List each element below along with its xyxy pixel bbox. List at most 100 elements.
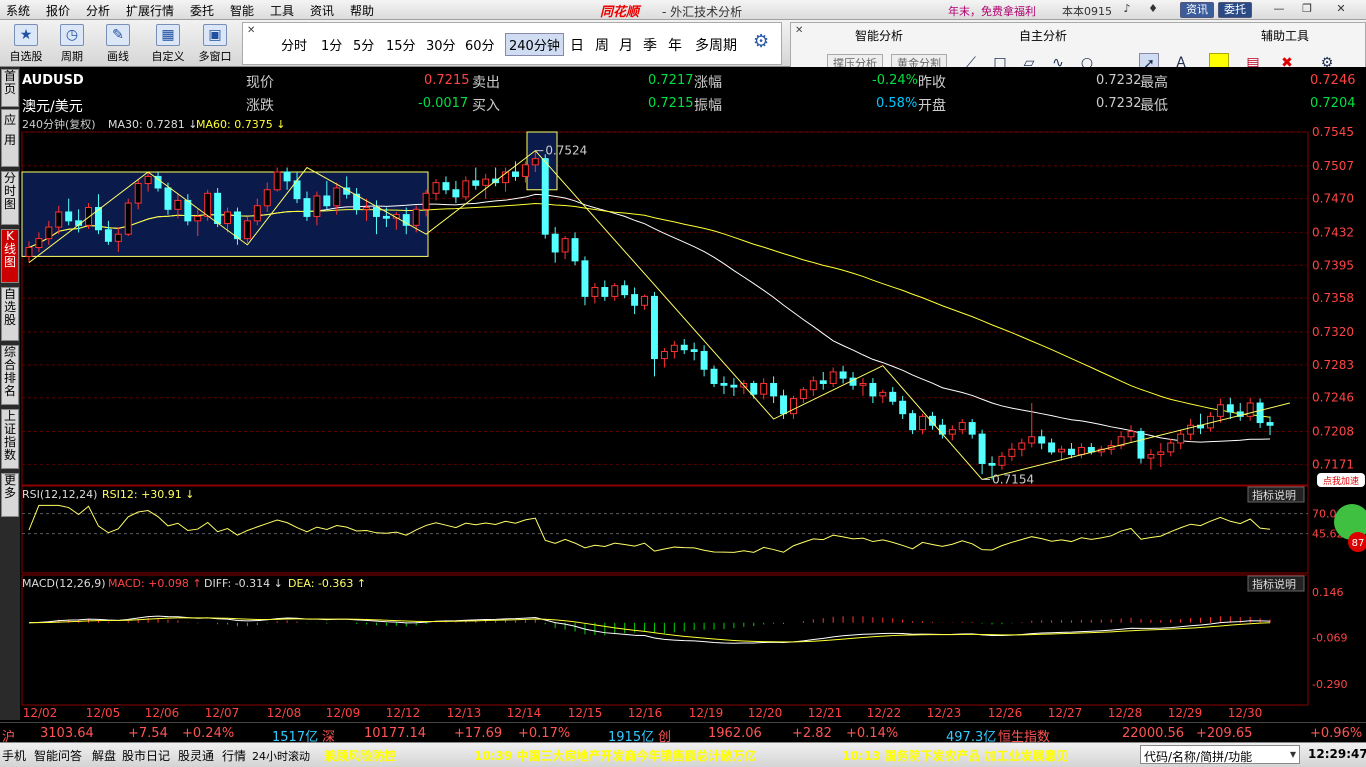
search-icon: ▾	[1289, 747, 1296, 761]
trade-button[interactable]: 委托	[1218, 2, 1252, 18]
period-240m[interactable]: 240分钟	[505, 33, 564, 56]
candle-body	[571, 238, 579, 262]
status-genie[interactable]: 股灵通	[178, 747, 214, 764]
custom-button[interactable]: ▦ 自定义	[148, 24, 188, 64]
price-axis-label: 0.7283	[1312, 358, 1354, 372]
period-season[interactable]: 季	[643, 35, 657, 55]
period-button[interactable]: ◷ 周期	[52, 24, 92, 64]
aux-tools-title: 辅助工具	[1261, 29, 1310, 43]
period-week[interactable]: 周	[595, 35, 609, 55]
menu-analysis[interactable]: 分析	[86, 2, 110, 19]
tab-apps[interactable]: 应用	[1, 109, 19, 167]
date-axis-label: 12/09	[326, 706, 361, 720]
period-multi[interactable]: 多周期	[695, 35, 737, 55]
candle	[1008, 443, 1016, 461]
tab-home[interactable]: 首页	[1, 69, 19, 107]
tab-sh-index[interactable]: 上证指数	[1, 409, 19, 469]
menu-quote[interactable]: 报价	[46, 2, 70, 19]
candle	[442, 176, 450, 195]
candle	[124, 198, 132, 236]
news-item-2[interactable]: 10:39 中国三大房地产开发商今年销售额总计破万亿	[474, 747, 756, 764]
candle-body	[184, 199, 192, 222]
close-panel-icon[interactable]: ✕	[795, 25, 803, 36]
watchlist-button[interactable]: ★ 自选股	[6, 24, 46, 64]
quote-label-amplitude: 振幅	[694, 98, 722, 114]
app-logo: 同花顺	[600, 5, 640, 20]
date-axis-label: 12/05	[86, 706, 121, 720]
date-axis-label: 12/26	[988, 706, 1023, 720]
close-panel-icon[interactable]: ✕	[247, 25, 255, 36]
period-5m[interactable]: 5分	[353, 35, 374, 54]
minimize-icon[interactable]: —	[1268, 2, 1290, 17]
candle	[631, 287, 639, 315]
tab-watchlist[interactable]: 自选股	[1, 287, 19, 341]
menu-system[interactable]: 系统	[6, 2, 30, 19]
menu-help[interactable]: 帮助	[350, 2, 374, 19]
status-analysis[interactable]: 解盘	[92, 747, 116, 764]
info-button[interactable]: 资讯	[1180, 2, 1214, 18]
candle-body	[462, 180, 470, 198]
menu-trade[interactable]: 委托	[190, 2, 214, 19]
status-diary[interactable]: 股市日记	[122, 747, 170, 764]
promo-link[interactable]: 年末，免费拿福利	[948, 3, 1036, 19]
period-60m[interactable]: 60分	[465, 35, 495, 54]
draw-line-button[interactable]: ✎ 画线	[98, 24, 138, 64]
candle-body	[1216, 404, 1224, 417]
period-30m[interactable]: 30分	[426, 35, 456, 54]
menu-smart[interactable]: 智能	[230, 2, 254, 19]
candle	[889, 387, 897, 405]
quote-value-amplitude: 0.58%	[876, 96, 918, 111]
multi-window-button[interactable]: ▣ 多窗口	[195, 24, 235, 64]
menu-bar: 系统 报价 分析 扩展行情 委托 智能 工具 资讯 帮助 同花顺 - 外汇技术分…	[0, 0, 1366, 20]
restore-icon[interactable]: ❐	[1296, 2, 1318, 17]
search-input[interactable]: 代码/名称/简拼/功能 ▾	[1140, 745, 1300, 764]
macd-value: MACD: +0.098 ↑	[108, 577, 202, 590]
quote-value-price: 0.7215	[424, 73, 470, 88]
candle	[1216, 398, 1224, 423]
news-item-1[interactable]: 兼顾风险防控	[324, 747, 396, 764]
date-axis-label: 12/29	[1168, 706, 1203, 720]
period-year[interactable]: 年	[668, 35, 682, 55]
rsi-label: RSI(12,12,24)	[22, 488, 97, 501]
index-ticker: 沪 3103.64 +7.54 +0.24% 1517亿 深 10177.14 …	[0, 722, 1366, 745]
price-axis-label: 0.7545	[1312, 125, 1354, 139]
date-axis-label: 12/07	[205, 706, 240, 720]
tab-timeshare[interactable]: 分时图	[1, 171, 19, 225]
candle-body	[363, 207, 371, 210]
menu-ext-quote[interactable]: 扩展行情	[126, 2, 174, 19]
status-quote[interactable]: 行情	[222, 747, 246, 764]
gear-icon[interactable]: ⚙	[753, 31, 769, 52]
quote-label-bid: 买入	[472, 98, 500, 114]
macd-label: MACD(12,26,9)	[22, 577, 106, 590]
bell-icon[interactable]: ♪	[1116, 2, 1138, 17]
status-qa[interactable]: 智能问答	[34, 747, 82, 764]
kline-chart[interactable]: 0.7545 0.7507 0.7470 0.7432 0.7395 0.7358 0.73…	[20, 117, 1366, 722]
tab-ranking[interactable]: 综合排名	[1, 345, 19, 405]
cy-pct: +0.14%	[846, 726, 899, 741]
candle	[1048, 438, 1056, 455]
news-item-3[interactable]: 10:13 国务院下发农产品 加工业发展意见	[842, 747, 1069, 764]
period-month[interactable]: 月	[619, 35, 633, 55]
period-1m[interactable]: 1分	[321, 35, 342, 54]
period-day[interactable]: 日	[570, 35, 584, 55]
candle-body	[770, 382, 778, 397]
quote-label-ask: 卖出	[472, 75, 500, 91]
candle-body	[273, 171, 281, 191]
period-15m[interactable]: 15分	[386, 35, 416, 54]
close-icon[interactable]: ✕	[1330, 2, 1352, 17]
shirt-icon[interactable]: ♦	[1142, 2, 1164, 17]
status-mobile[interactable]: 手机	[2, 747, 26, 764]
date-axis-label: 12/21	[808, 706, 843, 720]
status-24h[interactable]: 24小时滚动	[252, 748, 310, 764]
menu-info[interactable]: 资讯	[310, 2, 334, 19]
menu-tools[interactable]: 工具	[270, 2, 294, 19]
tab-kline[interactable]: K线图	[1, 229, 19, 283]
quote-label-change-pct: 涨幅	[694, 75, 722, 91]
period-tick[interactable]: 分时	[281, 35, 307, 54]
dea-value: DEA: -0.363 ↑	[288, 577, 366, 590]
candle-body	[799, 389, 807, 400]
tab-more[interactable]: 更多	[1, 473, 19, 517]
symbol-name: 澳元/美元	[22, 99, 83, 115]
candle	[273, 167, 281, 192]
candle-body	[690, 349, 698, 352]
